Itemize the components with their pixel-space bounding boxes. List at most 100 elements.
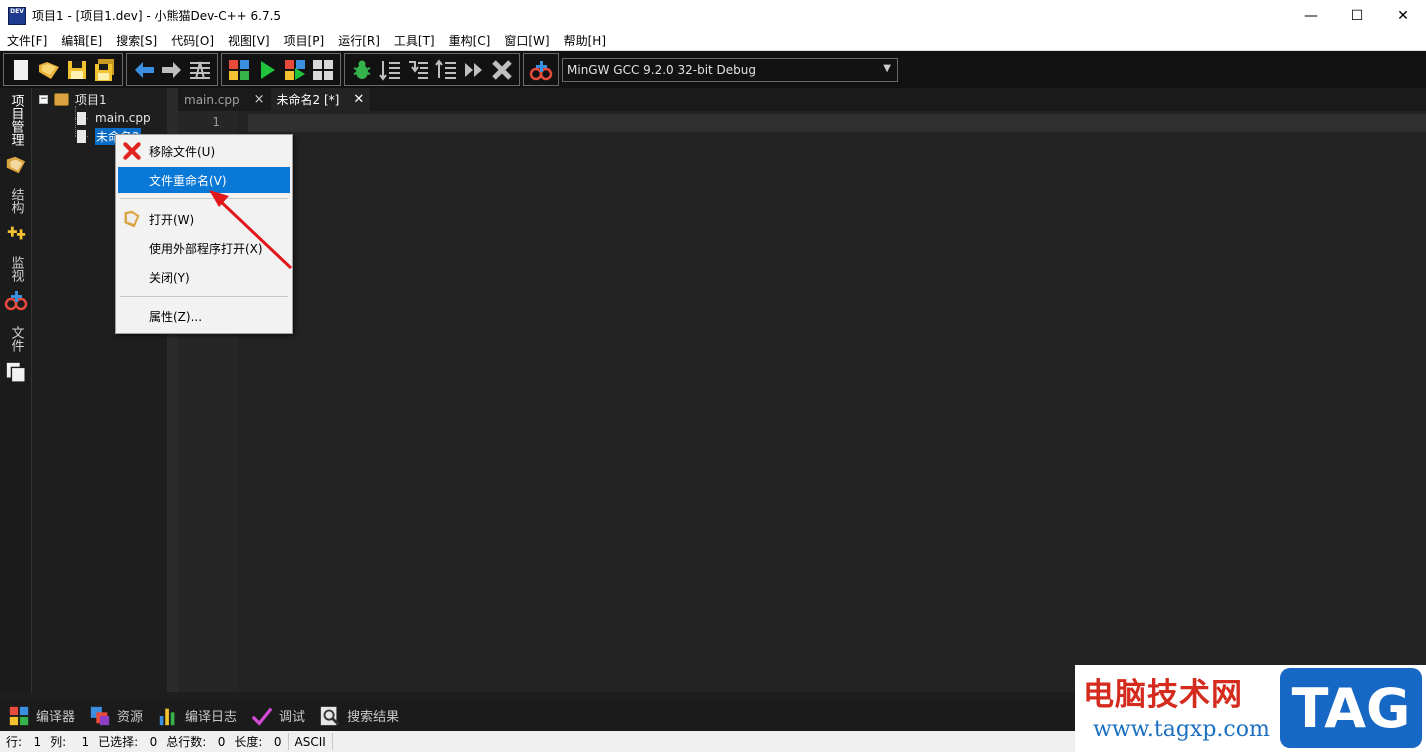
minimize-button[interactable]: — (1288, 0, 1334, 31)
tab-compile-log[interactable]: 编译日志 (157, 705, 237, 727)
status-sel-value: 0 (149, 734, 158, 749)
collapse-icon[interactable]: − (39, 94, 48, 104)
debug-bug-icon[interactable] (348, 56, 376, 84)
tab-label: 搜索结果 (347, 710, 400, 725)
status-total-label: 总行数: (166, 735, 207, 749)
status-col-value: 1 (81, 734, 90, 749)
tab-label: 调试 (279, 710, 306, 725)
menu-view[interactable]: 视图[V] (221, 32, 277, 49)
maximize-button[interactable]: ☐ (1334, 0, 1380, 31)
title-bar: DEV 项目1 - [项目1.dev] - 小熊猫Dev-C++ 6.7.5 —… (0, 0, 1426, 31)
line-number: 1 (212, 115, 220, 129)
search-icon (320, 706, 340, 725)
close-tab-icon[interactable]: ✕ (353, 92, 364, 107)
tab-watch-label: 监视 (8, 256, 24, 282)
watermark-tag-logo: TAG (1280, 668, 1422, 748)
code-editor[interactable]: 1 (178, 111, 1426, 692)
build-toolbar-group (221, 53, 341, 86)
close-button[interactable]: ✕ (1380, 0, 1426, 31)
tab-compiler[interactable]: 编译器 (8, 705, 75, 727)
menu-edit[interactable]: 编辑[E] (54, 32, 109, 49)
tree-root-label: 项目1 (75, 92, 107, 107)
add-watch-icon[interactable] (527, 56, 555, 84)
menu-tools[interactable]: 工具[T] (387, 32, 442, 49)
tab-label: 未命名2 [*] (276, 93, 340, 107)
step-into-icon[interactable] (404, 56, 432, 84)
edit-toolbar-group (126, 53, 218, 86)
side-tab-strip: 项目管理 结构 监视 文件 (0, 88, 32, 692)
toolbar: MinGW GCC 9.2.0 32-bit Debug ▼ (0, 51, 1426, 88)
status-total-lines: 总行数: 0 (160, 733, 228, 750)
resources-icon (90, 706, 110, 725)
status-selected: 已选择: 0 (92, 733, 160, 750)
watermark-site-name: 电脑技术网 (1083, 677, 1243, 713)
step-out-icon[interactable] (432, 56, 460, 84)
menu-project[interactable]: 项目[P] (277, 32, 332, 49)
tab-label: 编译日志 (185, 710, 238, 725)
status-line-label: 行: (6, 735, 23, 749)
status-col: 列: 1 (44, 733, 92, 750)
chart-icon (159, 708, 175, 725)
menu-run[interactable]: 运行[R] (331, 32, 387, 49)
project-folder-icon (6, 156, 26, 174)
run-icon[interactable] (253, 56, 281, 84)
status-col-label: 列: (50, 735, 67, 749)
rebuild-icon[interactable] (309, 56, 337, 84)
tab-structure[interactable]: 结构 (0, 188, 32, 244)
tree-file-main-cpp[interactable]: main.cpp (77, 109, 151, 127)
menu-code[interactable]: 代码[O] (164, 32, 221, 49)
compile-icon[interactable] (225, 56, 253, 84)
editor-tab-bar: main.cpp × 未命名2 [*] ✕ (178, 88, 1426, 111)
tab-project-manager-label: 项目管理 (8, 94, 24, 146)
menu-item-remove-file[interactable]: 移除文件(U) (118, 138, 290, 164)
compiler-select[interactable]: MinGW GCC 9.2.0 32-bit Debug ▼ (562, 57, 898, 82)
compile-run-icon[interactable] (281, 56, 309, 84)
debug-toolbar-group (344, 53, 520, 86)
tab-main-cpp[interactable]: main.cpp × (178, 88, 271, 111)
window-controls: — ☐ ✕ (1288, 0, 1426, 31)
file-icon (77, 129, 86, 143)
watermark-tag-text: TAG (1291, 676, 1411, 740)
menu-file[interactable]: 文件[F] (0, 32, 54, 49)
tab-files[interactable]: 文件 (0, 326, 32, 384)
format-icon[interactable] (186, 56, 214, 84)
menu-item-label: 打开(W) (149, 212, 195, 227)
tab-untitled2[interactable]: 未命名2 [*] ✕ (270, 88, 371, 111)
file-toolbar-group (3, 53, 123, 86)
tab-project-manager[interactable]: 项目管理 (0, 94, 32, 176)
menu-bar: 文件[F] 编辑[E] 搜索[S] 代码[O] 视图[V] 项目[P] 运行[R… (0, 31, 1426, 51)
app-icon: DEV (8, 6, 26, 25)
step-over-icon[interactable] (376, 56, 404, 84)
redo-icon[interactable] (158, 56, 186, 84)
watch-toolbar-group (523, 53, 559, 86)
continue-icon[interactable] (460, 56, 488, 84)
status-length-value: 0 (273, 734, 282, 749)
tab-files-label: 文件 (8, 326, 24, 352)
menu-item-label: 关闭(Y) (149, 270, 190, 285)
new-file-icon[interactable] (7, 56, 35, 84)
tab-debug[interactable]: 调试 (251, 705, 305, 727)
menu-help[interactable]: 帮助[H] (557, 32, 613, 49)
undo-icon[interactable] (130, 56, 158, 84)
open-file-icon (124, 210, 140, 228)
tab-structure-label: 结构 (8, 188, 24, 214)
tab-search-results[interactable]: 搜索结果 (319, 705, 399, 727)
tab-label: 资源 (117, 710, 144, 725)
stop-debug-icon[interactable] (488, 56, 516, 84)
menu-separator (120, 296, 288, 297)
menu-window[interactable]: 窗口[W] (497, 32, 556, 49)
tree-root-project[interactable]: − 项目1 (39, 90, 107, 108)
open-folder-icon[interactable] (35, 56, 63, 84)
checkmark-icon (251, 707, 273, 726)
save-all-icon[interactable] (91, 56, 119, 84)
menu-search[interactable]: 搜索[S] (109, 32, 164, 49)
tab-resources[interactable]: 资源 (89, 705, 143, 727)
save-icon[interactable] (63, 56, 91, 84)
status-length: 长度: 0 (228, 733, 289, 750)
close-tab-icon[interactable]: × (254, 92, 265, 107)
compiler-select-value: MinGW GCC 9.2.0 32-bit Debug (567, 62, 757, 77)
menu-refactor[interactable]: 重构[C] (442, 32, 498, 49)
menu-item-properties[interactable]: 属性(Z)... (118, 303, 290, 329)
tab-watch[interactable]: 监视 (0, 256, 32, 312)
current-line-highlight (248, 114, 1426, 132)
